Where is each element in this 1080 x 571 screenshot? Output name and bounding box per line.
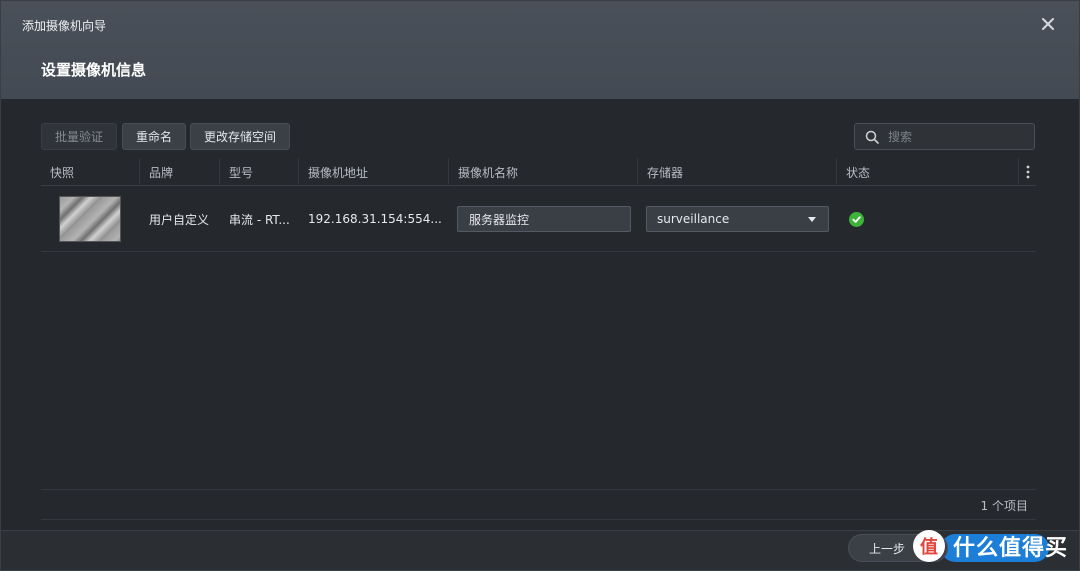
camera-snapshot-thumbnail (59, 196, 121, 242)
change-storage-button[interactable]: 更改存储空间 (190, 123, 291, 150)
search-input[interactable] (888, 129, 1028, 144)
close-icon (1042, 18, 1054, 30)
check-circle-icon (849, 212, 864, 227)
more-vertical-icon (1026, 165, 1029, 179)
grid-footer-divider (41, 489, 1036, 490)
column-header-status[interactable]: 状态 (837, 158, 1019, 186)
cell-brand: 用户自定义 (149, 212, 210, 227)
chevron-down-icon (808, 217, 816, 222)
storage-select-value: surveillance (657, 212, 730, 226)
camera-grid: 快照 品牌 型号 摄像机地址 摄像机名称 存储器 状态 用户自定义 串流 - R… (41, 158, 1036, 252)
dialog-body: 批量验证 重命名 更改存储空间 快照 品牌 型号 摄像机地址 摄像机名称 存储器… (1, 99, 1079, 530)
watermark: 值 什么值得买 (913, 528, 1068, 564)
body-bottom-divider (41, 519, 1036, 520)
rename-button[interactable]: 重命名 (122, 123, 187, 150)
dialog-header: 添加摄像机向导 设置摄像机信息 (1, 1, 1079, 99)
batch-verify-button[interactable]: 批量验证 (41, 123, 118, 150)
storage-select[interactable]: surveillance (646, 206, 829, 232)
column-header-storage[interactable]: 存储器 (638, 158, 837, 186)
watermark-logo: 值 (913, 530, 945, 562)
table-row[interactable]: 用户自定义 串流 - RT... 192.168.31.154:554... s… (41, 186, 1036, 252)
previous-button-label: 上一步 (869, 541, 906, 556)
cell-model: 串流 - RT... (229, 212, 290, 227)
add-camera-wizard-dialog: 添加摄像机向导 设置摄像机信息 批量验证 重命名 更改存储空间 快照 品牌 型号… (0, 0, 1080, 571)
cell-address: 192.168.31.154:554... (308, 212, 442, 226)
wizard-title: 添加摄像机向导 (22, 19, 107, 33)
column-options-button[interactable] (1019, 158, 1036, 186)
column-header-address[interactable]: 摄像机地址 (299, 158, 449, 186)
watermark-text: 什么值得买 (953, 536, 1069, 561)
camera-name-input[interactable] (457, 206, 631, 232)
search-icon (865, 130, 879, 144)
grid-header: 快照 品牌 型号 摄像机地址 摄像机名称 存储器 状态 (41, 158, 1036, 186)
column-header-model[interactable]: 型号 (220, 158, 299, 186)
search-box[interactable] (854, 123, 1035, 150)
step-title: 设置摄像机信息 (41, 61, 147, 79)
column-header-brand[interactable]: 品牌 (140, 158, 220, 186)
close-button[interactable] (1037, 13, 1059, 35)
column-header-snapshot[interactable]: 快照 (41, 158, 140, 186)
item-count: 1 个项目 (980, 499, 1028, 513)
column-header-camera-name[interactable]: 摄像机名称 (449, 158, 638, 186)
